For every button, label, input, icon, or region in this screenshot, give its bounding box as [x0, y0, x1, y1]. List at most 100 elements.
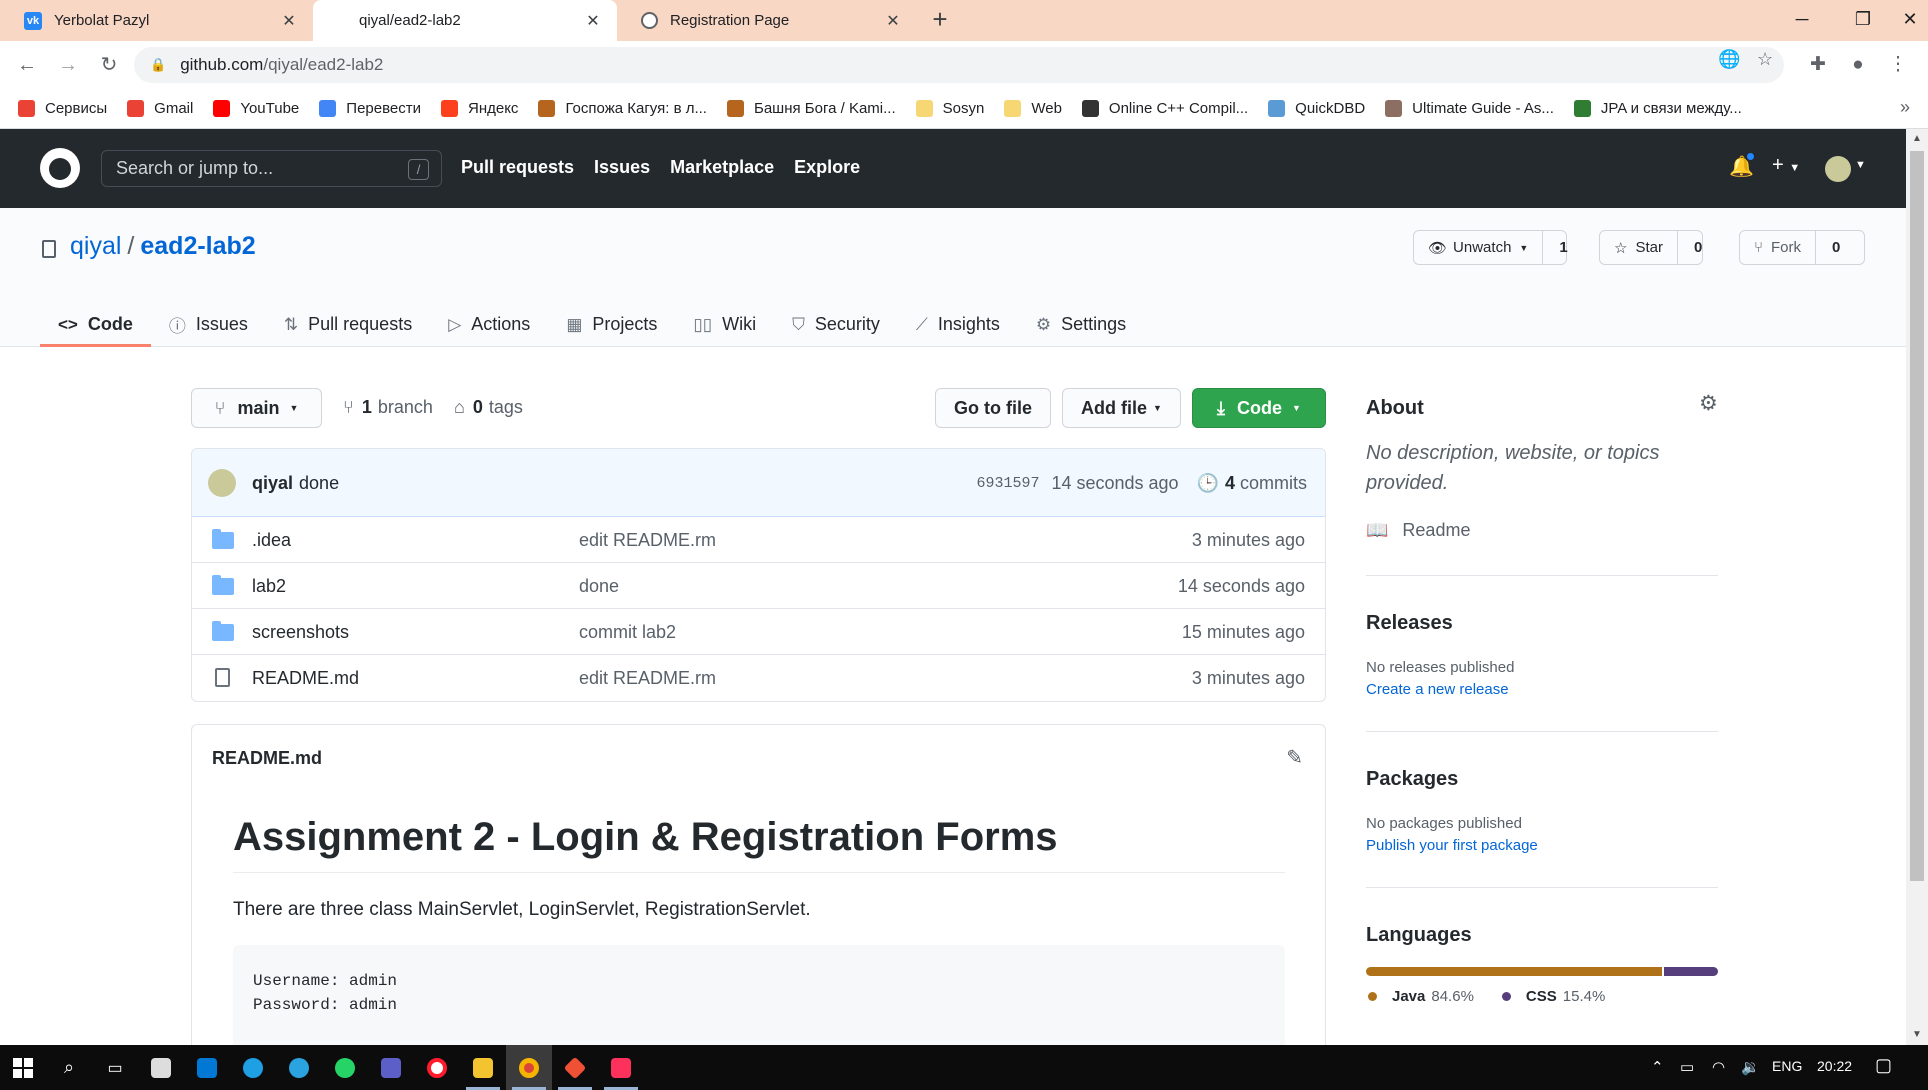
wifi-icon[interactable]: ◠	[1712, 1058, 1725, 1076]
file-name-link[interactable]: screenshots	[252, 622, 349, 643]
bookmark-item[interactable]: JPA и связи между...	[1573, 100, 1742, 117]
back-icon[interactable]: ←	[12, 50, 42, 80]
tab-insights[interactable]: ⟋ Insights	[898, 302, 1018, 347]
edge-icon[interactable]	[230, 1045, 276, 1090]
tab-settings[interactable]: ⚙ Settings	[1018, 302, 1144, 347]
star-count[interactable]: 0	[1678, 239, 1718, 256]
chevron-down-icon[interactable]: ▼	[1855, 159, 1866, 171]
commit-count[interactable]: 4	[1225, 473, 1235, 494]
translate-icon[interactable]: 🌐	[1718, 49, 1740, 70]
create-new-icon[interactable]: + ▼	[1772, 154, 1800, 177]
extensions-icon[interactable]: ✚	[1803, 50, 1833, 80]
nav-explore[interactable]: Explore	[794, 157, 860, 178]
bookmark-item[interactable]: Сервисы	[18, 100, 107, 117]
nav-issues[interactable]: Issues	[594, 157, 650, 178]
new-tab-button[interactable]: +	[925, 5, 955, 35]
scrollbar-thumb[interactable]	[1910, 151, 1924, 881]
file-explorer-icon[interactable]	[460, 1045, 506, 1090]
bookmark-item[interactable]: Перевести	[319, 100, 421, 117]
browser-tab-vk[interactable]: vk Yerbolat Pazyl ✕	[0, 0, 313, 41]
file-name-link[interactable]: README.md	[252, 668, 359, 689]
close-window-icon[interactable]: ✕	[1892, 0, 1928, 41]
nav-pull-requests[interactable]: Pull requests	[461, 157, 574, 178]
close-icon[interactable]: ✕	[583, 11, 603, 31]
opera-icon[interactable]	[414, 1045, 460, 1090]
add-file-button[interactable]: Add file ▼	[1062, 388, 1181, 428]
tab-projects[interactable]: ▦ Projects	[548, 302, 675, 347]
github-logo-icon[interactable]	[40, 148, 80, 188]
git-icon[interactable]	[552, 1045, 598, 1090]
bookmark-item[interactable]: Ultimate Guide - As...	[1385, 100, 1554, 117]
fork-button[interactable]: ⑂ Fork 0	[1739, 230, 1865, 265]
intellij-icon[interactable]	[598, 1045, 644, 1090]
browser-tab-github[interactable]: qiyal/ead2-lab2 ✕	[313, 0, 617, 41]
file-commit-message[interactable]: commit lab2	[579, 622, 676, 643]
chrome-icon[interactable]	[506, 1045, 552, 1090]
bookmark-item[interactable]: Web	[1004, 100, 1062, 117]
store-icon[interactable]	[138, 1045, 184, 1090]
telegram-icon[interactable]	[276, 1045, 322, 1090]
watch-count[interactable]: 1	[1543, 239, 1583, 256]
chevron-up-icon[interactable]: ⌃	[1651, 1058, 1664, 1076]
bookmark-item[interactable]: Gmail	[127, 100, 193, 117]
commit-author[interactable]: qiyal	[252, 473, 293, 493]
address-bar[interactable]: 🔒 github.com/qiyal/ead2-lab2	[134, 47, 1784, 83]
whatsapp-icon[interactable]	[322, 1045, 368, 1090]
file-commit-message[interactable]: edit README.rm	[579, 530, 716, 551]
watch-button[interactable]: 👁 Unwatch ▼ 1	[1413, 230, 1568, 265]
nav-marketplace[interactable]: Marketplace	[670, 157, 774, 178]
close-icon[interactable]: ✕	[279, 11, 299, 31]
browser-tab-registration[interactable]: Registration Page ✕	[617, 0, 917, 41]
language-item[interactable]: CSS 15.4%	[1501, 988, 1605, 1005]
go-to-file-button[interactable]: Go to file	[935, 388, 1051, 428]
file-name-link[interactable]: lab2	[252, 576, 286, 597]
scroll-down-icon[interactable]: ▼	[1906, 1025, 1928, 1045]
branches-link[interactable]: ⑂ 1 branch	[343, 397, 433, 418]
notifications-icon[interactable]: ▢	[1875, 1055, 1892, 1076]
publish-package-link[interactable]: Publish your first package	[1366, 837, 1538, 854]
language-item[interactable]: Java 84.6%	[1368, 988, 1474, 1005]
packages-title[interactable]: Packages	[1366, 768, 1458, 791]
repo-name-link[interactable]: ead2-lab2	[140, 232, 255, 260]
avatar[interactable]	[1825, 156, 1851, 182]
menu-dots-icon[interactable]: ⋮	[1883, 50, 1913, 80]
bookmark-item[interactable]: Яндекс	[440, 100, 518, 117]
bookmark-item[interactable]: Госпожа Кагуя: в л...	[538, 100, 707, 117]
language-indicator[interactable]: ENG	[1772, 1058, 1802, 1074]
readme-link[interactable]: 📖 Readme	[1366, 520, 1470, 541]
clock[interactable]: 20:22	[1817, 1058, 1852, 1074]
table-row[interactable]: screenshots commit lab2 15 minutes ago	[192, 609, 1325, 655]
create-release-link[interactable]: Create a new release	[1366, 681, 1509, 698]
table-row[interactable]: README.md edit README.rm 3 minutes ago	[192, 655, 1325, 701]
tab-issues[interactable]: ⓘ Issues	[151, 302, 266, 347]
bookmark-item[interactable]: Sosyn	[915, 100, 984, 117]
table-row[interactable]: lab2 done 14 seconds ago	[192, 563, 1325, 609]
file-commit-message[interactable]: edit README.rm	[579, 668, 716, 689]
mail-icon[interactable]	[184, 1045, 230, 1090]
bookmark-item[interactable]: QuickDBD	[1268, 100, 1365, 117]
avatar[interactable]	[208, 469, 236, 497]
scrollbar[interactable]: ▲ ▼	[1906, 129, 1928, 1045]
battery-icon[interactable]: ▭	[1680, 1058, 1694, 1076]
bookmark-item[interactable]: Online C++ Compil...	[1081, 100, 1248, 117]
teams-icon[interactable]	[368, 1045, 414, 1090]
bookmark-star-icon[interactable]: ☆	[1757, 49, 1773, 70]
scroll-up-icon[interactable]: ▲	[1906, 129, 1928, 149]
task-view-icon[interactable]: ▭	[92, 1045, 138, 1090]
fork-count[interactable]: 0	[1816, 239, 1856, 256]
file-name-link[interactable]: .idea	[252, 530, 291, 551]
file-commit-message[interactable]: done	[579, 576, 619, 597]
tab-code[interactable]: <> Code	[40, 302, 151, 347]
repo-owner-link[interactable]: qiyal	[70, 232, 121, 260]
tab-wiki[interactable]: ▯▯ Wiki	[675, 302, 774, 347]
bookmark-item[interactable]: YouTube	[213, 100, 299, 117]
code-button[interactable]: ⤓ Code ▼	[1192, 388, 1326, 428]
profile-icon[interactable]: ●	[1843, 50, 1873, 80]
search-icon[interactable]: ⌕	[46, 1045, 92, 1090]
tags-link[interactable]: ⌂ 0 tags	[454, 397, 523, 418]
branch-select-button[interactable]: ⑂ main ▼	[191, 388, 322, 428]
tab-security[interactable]: ⛉ Security	[774, 302, 898, 347]
star-button[interactable]: ☆ Star 0	[1599, 230, 1703, 265]
more-bookmarks-icon[interactable]: »	[1900, 97, 1910, 118]
windows-start-icon[interactable]	[0, 1045, 46, 1090]
